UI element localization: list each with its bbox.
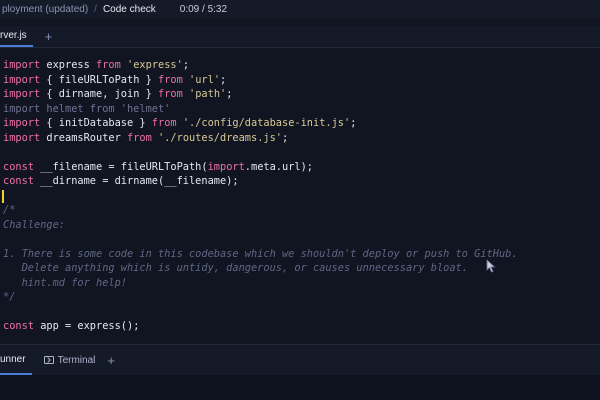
code-line[interactable]: /*: [3, 203, 518, 218]
code-token: from: [158, 88, 183, 100]
code-line[interactable]: import express from 'express';: [3, 58, 518, 73]
tab-label: unner: [0, 353, 26, 365]
code-line[interactable]: [3, 305, 518, 320]
app-window: ployment (updated) / Code check 0:09 / 5…: [0, 0, 600, 400]
tab-terminal[interactable]: Terminal: [43, 345, 96, 375]
code-token: from: [158, 73, 183, 86]
code-token: app = express();: [34, 320, 140, 332]
code-line[interactable]: [3, 189, 518, 204]
tab-runner[interactable]: unner: [0, 345, 32, 375]
code-line[interactable]: const __filename = fileURLToPath(import.…: [3, 160, 518, 175]
code-line[interactable]: const __dirname = dirname(__filename);: [3, 174, 518, 189]
code-line[interactable]: import dreamsRouter from './routes/dream…: [3, 131, 518, 146]
editor-tab-bar: rver.js +: [0, 26, 600, 48]
code-line[interactable]: import { initDatabase } from './config/d…: [3, 116, 518, 131]
code-editor[interactable]: import express from 'express'; import { f…: [0, 52, 600, 344]
code-content[interactable]: import express from 'express'; import { f…: [3, 58, 518, 344]
code-token: import: [3, 131, 41, 144]
add-tab-icon[interactable]: +: [45, 30, 53, 43]
code-token: 'path': [189, 88, 227, 100]
code-token: 1. There is some code in this codebase w…: [3, 247, 518, 260]
code-line[interactable]: hint.md for help!: [3, 276, 518, 291]
top-bar: ployment (updated) / Code check 0:09 / 5…: [0, 0, 600, 18]
breadcrumb-current: Code check: [102, 3, 156, 15]
code-line[interactable]: import { fileURLToPath } from 'url';: [3, 73, 518, 88]
code-token: ;: [282, 131, 289, 144]
code-token: ;: [220, 73, 227, 86]
code-token: ;: [226, 88, 233, 100]
code-token: hint.md for help!: [3, 276, 127, 289]
bottom-tab-bar: unner Terminal +: [0, 344, 600, 375]
text-cursor: [2, 189, 4, 203]
playback-time: 0:09 / 5:32: [179, 3, 228, 15]
code-line[interactable]: 1. There is some code in this codebase w…: [3, 247, 518, 262]
code-line[interactable]: [3, 145, 518, 160]
code-line[interactable]: const app = express();: [3, 319, 518, 334]
code-token: from: [96, 59, 121, 71]
code-token: const: [3, 320, 34, 332]
code-line[interactable]: import helmet from 'helmet': [3, 102, 518, 117]
code-token: const: [3, 175, 34, 187]
code-token: __dirname = dirname(__filename);: [34, 175, 239, 187]
code-line[interactable]: Challenge:: [3, 218, 518, 233]
tab-label: Terminal: [57, 354, 96, 366]
code-line[interactable]: Delete anything which is untidy, dangero…: [3, 261, 518, 276]
add-panel-tab-icon[interactable]: +: [107, 353, 115, 368]
code-token: import helmet from 'helmet': [3, 102, 171, 115]
code-token: { dirname, join }: [40, 88, 158, 100]
code-token: const: [3, 160, 34, 173]
code-line[interactable]: [3, 334, 518, 345]
code-token: { fileURLToPath }: [40, 73, 158, 86]
code-token: ;: [350, 117, 357, 129]
breadcrumb-separator: /: [94, 3, 97, 15]
code-token: /*: [3, 204, 16, 216]
code-token: ;: [182, 59, 190, 71]
code-line[interactable]: import { dirname, join } from 'path';: [3, 87, 518, 102]
code-token: dreamsRouter: [40, 131, 127, 144]
code-token: Delete anything which is untidy, dangero…: [3, 262, 468, 274]
code-token: import: [3, 88, 41, 100]
code-line[interactable]: */: [3, 290, 518, 305]
bottom-panel: [0, 375, 600, 400]
code-token: import: [3, 73, 41, 86]
code-token: from: [127, 131, 152, 144]
code-token: import: [3, 117, 41, 129]
code-token: Challenge:: [3, 218, 65, 231]
code-token: './config/database-init.js': [182, 117, 351, 129]
mouse-pointer-icon: [486, 259, 496, 273]
code-token: 'express': [127, 59, 183, 71]
code-token: { initDatabase }: [40, 117, 152, 129]
code-token: */: [3, 291, 16, 303]
code-token: 'url': [189, 73, 221, 86]
code-token: __filename = fileURLToPath(: [34, 160, 208, 173]
code-token: import: [3, 59, 41, 71]
code-token: .meta.url);: [244, 160, 313, 173]
tab-label: rver.js: [0, 30, 27, 41]
code-token: from: [151, 117, 177, 129]
breadcrumb-parent[interactable]: ployment (updated): [0, 4, 88, 15]
code-token: './routes/dreams.js': [158, 131, 283, 144]
code-token: express: [40, 59, 96, 71]
code-line[interactable]: [3, 232, 518, 247]
terminal-icon: [43, 356, 54, 364]
code-token: import: [207, 160, 245, 173]
tab-server-js[interactable]: rver.js: [0, 26, 33, 47]
